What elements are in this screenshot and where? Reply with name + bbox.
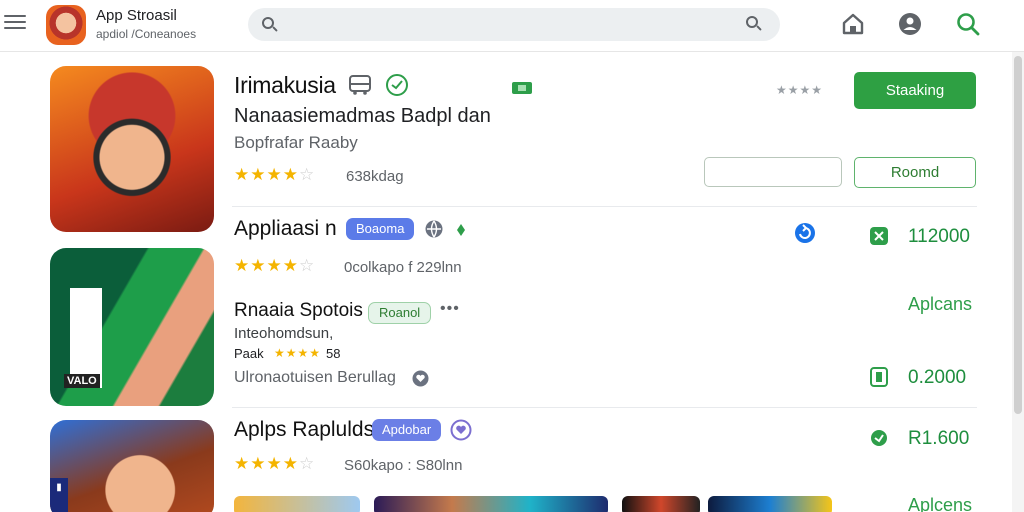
list-item-thumbnail[interactable]: ▮ [50, 420, 214, 512]
search-icon-green[interactable] [955, 11, 981, 37]
list-item-meta: S60kapo : S80lnn [344, 457, 463, 474]
list-item-price: R1.600 [908, 428, 970, 449]
search-bar[interactable] [248, 8, 780, 41]
bus-icon [349, 75, 371, 100]
featured-developer[interactable]: Bopfrafar Raaby [234, 133, 358, 153]
featured-rank-stars: ★★★★ [776, 83, 824, 97]
brand-title: App Stroasil [96, 7, 177, 24]
thumbnail-tag: VALO [64, 374, 100, 388]
screenshot-thumbnail[interactable] [374, 496, 608, 512]
search-input[interactable] [284, 8, 744, 41]
secondary-empty-button[interactable] [704, 157, 842, 187]
category-badge[interactable]: Boaoma [346, 218, 415, 240]
roomd-button[interactable]: Roomd [854, 157, 976, 188]
list-item-rating-stars: ★★★★☆ [234, 454, 316, 473]
screenshot-thumbnail[interactable] [708, 496, 832, 512]
divider [232, 407, 977, 408]
top-bar: App Stroasil apdiol /Coneanoes [0, 0, 1024, 52]
more-options-icon[interactable]: ••• [440, 300, 460, 318]
price-tag-icon [870, 227, 888, 250]
list-item-thumbnail[interactable]: VALO [50, 248, 214, 406]
category-badge[interactable]: Apdobar [372, 419, 442, 441]
list-item-title[interactable]: Rnaaia Spotois [234, 300, 363, 322]
list-item-title[interactable]: Appliaasi n [234, 217, 337, 241]
search-icon [262, 17, 278, 33]
brand-subtitle: apdiol /Coneanoes [96, 27, 197, 41]
price-tag-icon [870, 429, 888, 452]
heart-badge-icon[interactable] [412, 370, 429, 392]
screenshot-thumbnail[interactable] [622, 496, 700, 512]
globe-icon [424, 219, 444, 244]
list-item-title[interactable]: Aplps Raplulds [234, 418, 374, 442]
home-icon[interactable] [840, 11, 866, 37]
install-button[interactable]: Staaking [854, 72, 976, 109]
refresh-icon[interactable] [794, 222, 816, 249]
list-item-side-label[interactable]: Aplcans [908, 294, 972, 315]
category-badge[interactable]: Roanol [368, 302, 432, 324]
list-item-rating-stars: ★★★★☆ [234, 256, 316, 275]
featured-rating-count: 638kdag [346, 168, 404, 185]
featured-app-thumbnail[interactable] [50, 66, 214, 232]
ad-tag-icon [512, 81, 532, 99]
screenshot-thumbnail[interactable] [234, 496, 360, 512]
list-item-line-suffix: 58 [326, 346, 341, 361]
list-item-price: 112000 [908, 226, 970, 247]
heart-icon[interactable] [450, 419, 472, 446]
list-item-line: Inteohomdsun, [234, 325, 334, 342]
hamburger-menu-icon[interactable] [4, 12, 26, 34]
app-logo [46, 5, 86, 45]
featured-rating-stars: ★★★★☆ [234, 165, 316, 184]
divider [232, 206, 977, 207]
scrollbar-thumb[interactable] [1014, 56, 1022, 414]
thumbnail-graphic [70, 288, 102, 388]
featured-title[interactable]: Irimakusia [234, 72, 336, 99]
account-icon[interactable] [897, 11, 923, 37]
list-item-line-prefix: Paak [234, 346, 264, 361]
search-submit-icon[interactable] [746, 16, 762, 32]
list-item-price: 0.2000 [908, 367, 967, 388]
thumbnail-strip: ▮ [50, 478, 68, 512]
list-item-rating-stars: ★★★★ [274, 346, 322, 360]
list-item-side-label[interactable]: Aplcens [908, 495, 972, 512]
featured-subtitle: Nanaasiemadmas Badpl dan [234, 105, 491, 127]
verified-check-icon [385, 73, 409, 102]
price-tag-icon [870, 367, 888, 392]
pin-icon [457, 223, 465, 241]
list-item-meta: 0colkapo f 229lnn [344, 259, 462, 276]
list-item-line: Ulronaotuisen Berullag [234, 369, 396, 386]
